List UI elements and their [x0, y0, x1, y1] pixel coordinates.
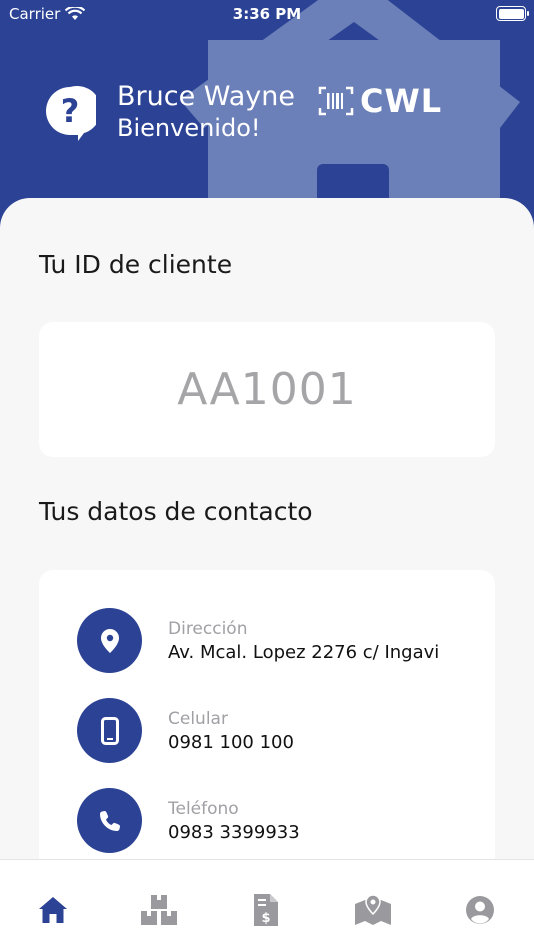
contact-label: Dirección [168, 618, 248, 639]
account-icon [466, 896, 494, 924]
boxes-icon [141, 895, 177, 925]
contact-value: Av. Mcal. Lopez 2276 c/ Ingavi [168, 641, 440, 663]
contact-item-mobile: Celular 0981 100 100 [77, 698, 294, 763]
cwl-logo: CWL [318, 82, 442, 120]
invoice-icon: $ [254, 894, 278, 926]
client-id-card: AA1001 [39, 322, 495, 457]
logo-text: CWL [360, 82, 443, 120]
tab-account[interactable] [460, 890, 500, 930]
contact-card: Dirección Av. Mcal. Lopez 2276 c/ Ingavi… [39, 570, 495, 870]
status-bar: Carrier 3:36 PM [0, 0, 534, 30]
barcode-icon [318, 86, 354, 116]
contact-label: Celular [168, 708, 228, 729]
contact-item-phone: Teléfono 0983 3399933 [77, 788, 300, 853]
battery-icon [496, 6, 529, 21]
tab-bar: $ [0, 859, 534, 950]
tab-packages[interactable] [139, 890, 179, 930]
home-icon [39, 897, 67, 923]
tab-map[interactable] [353, 890, 393, 930]
contact-label: Teléfono [168, 798, 239, 819]
user-name: Bruce Wayne [117, 81, 295, 112]
svg-text:$: $ [261, 911, 270, 926]
mobile-phone-icon [77, 698, 142, 763]
help-bubble-icon[interactable]: ? [44, 85, 96, 141]
location-pin-icon [77, 608, 142, 673]
contact-value: 0981 100 100 [168, 731, 294, 753]
map-pin-icon [355, 894, 391, 925]
contact-value: 0983 3399933 [168, 821, 300, 843]
client-id-title: Tu ID de cliente [39, 250, 233, 279]
client-id-value: AA1001 [177, 364, 357, 415]
tab-invoices[interactable]: $ [246, 890, 286, 930]
phone-icon [77, 788, 142, 853]
contact-title: Tus datos de contacto [39, 497, 313, 526]
svg-text:?: ? [61, 92, 80, 130]
status-time: 3:36 PM [232, 5, 302, 23]
welcome-message: Bienvenido! [117, 114, 261, 142]
contact-item-address: Dirección Av. Mcal. Lopez 2276 c/ Ingavi [77, 608, 439, 673]
tab-home[interactable] [33, 890, 73, 930]
